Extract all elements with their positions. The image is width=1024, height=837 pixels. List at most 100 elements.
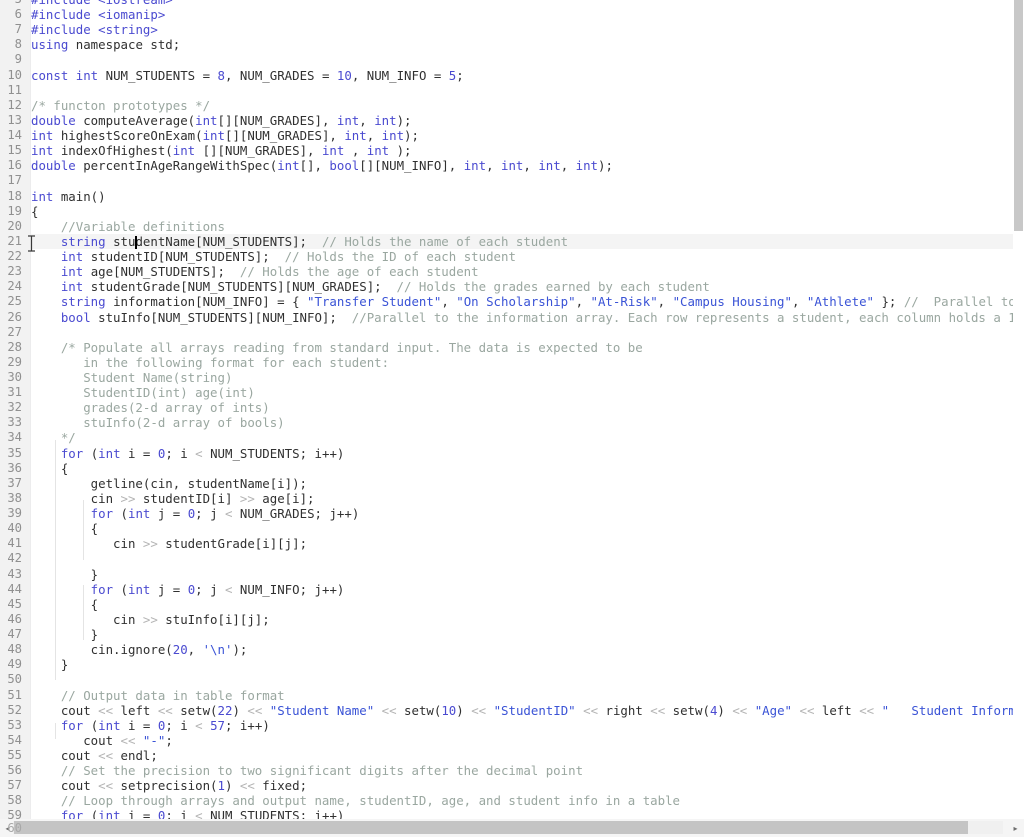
line-content[interactable]: const int NUM_STUDENTS = 8, NUM_GRADES =… <box>31 68 464 83</box>
line-content[interactable]: int studentGrade[NUM_STUDENTS][NUM_GRADE… <box>31 279 710 294</box>
code-line[interactable]: 33 stuInfo(2-d array of bools) <box>0 415 1024 430</box>
line-content[interactable]: { <box>31 521 98 536</box>
code-line[interactable]: 57 cout << setprecision(1) << fixed; <box>0 778 1024 793</box>
code-line[interactable]: 12 /* functon prototypes */ <box>0 98 1024 113</box>
code-line[interactable]: 35 for (int i = 0; i < NUM_STUDENTS; i++… <box>0 446 1024 461</box>
line-content[interactable]: } <box>31 657 68 672</box>
line-content[interactable]: string information[NUM_INFO] = { "Transf… <box>31 294 1024 309</box>
code-line[interactable]: 34 */ <box>0 430 1024 445</box>
code-line[interactable]: 5 #include <iostream> <box>0 0 1024 7</box>
code-line[interactable]: 9 <box>0 52 1024 67</box>
line-content[interactable]: { <box>31 461 68 476</box>
code-line[interactable]: 45 { <box>0 597 1024 612</box>
code-line[interactable]: 59 for (int i = 0; i < NUM_STUDENTS; i++… <box>0 808 1024 819</box>
line-content[interactable]: for (int j = 0; j < NUM_INFO; j++) <box>31 582 345 597</box>
line-content[interactable]: int age[NUM_STUDENTS]; // Holds the age … <box>31 264 479 279</box>
code-line[interactable]: 19 { <box>0 204 1024 219</box>
line-content[interactable]: for (int j = 0; j < NUM_GRADES; j++) <box>31 506 360 521</box>
code-line[interactable]: 44 for (int j = 0; j < NUM_INFO; j++) <box>0 582 1024 597</box>
code-line[interactable]: 58 // Loop through arrays and output nam… <box>0 793 1024 808</box>
code-line[interactable]: 48 cin.ignore(20, '\n'); <box>0 642 1024 657</box>
line-content[interactable]: int highestScoreOnExam(int[][NUM_GRADES]… <box>31 128 419 143</box>
code-line[interactable]: 39 for (int j = 0; j < NUM_GRADES; j++) <box>0 506 1024 521</box>
code-line[interactable]: 21 string studentName[NUM_STUDENTS]; // … <box>0 233 1024 250</box>
code-line[interactable]: 23 int age[NUM_STUDENTS]; // Holds the a… <box>0 264 1024 279</box>
code-line[interactable]: 16 double percentInAgeRangeWithSpec(int[]… <box>0 158 1024 173</box>
code-line[interactable]: 32 grades(2-d array of ints) <box>0 400 1024 415</box>
line-content[interactable]: for (int i = 0; i < NUM_STUDENTS; i++) <box>31 446 345 461</box>
line-content[interactable]: { <box>31 204 38 219</box>
line-content[interactable]: cin.ignore(20, '\n'); <box>31 642 248 657</box>
line-content[interactable]: cin >> stuInfo[i][j]; <box>31 612 270 627</box>
line-content[interactable]: //Variable definitions <box>31 219 225 234</box>
line-content[interactable]: // Output data in table format <box>31 688 285 703</box>
horizontal-scrollbar-thumb[interactable] <box>14 821 968 834</box>
line-content[interactable]: Student Name(string) <box>31 370 232 385</box>
code-line[interactable]: 6 #include <iomanip> <box>0 7 1024 22</box>
line-content[interactable]: for (int i = 0; i < 57; i++) <box>31 718 270 733</box>
line-content[interactable]: cout << "-"; <box>31 733 173 748</box>
code-line[interactable]: 50 <box>0 672 1024 687</box>
code-line[interactable]: 25 string information[NUM_INFO] = { "Tra… <box>0 294 1024 309</box>
line-content[interactable]: #include <iostream> <box>31 0 173 7</box>
vertical-scrollbar-track[interactable] <box>1013 0 1024 819</box>
code-line[interactable]: 8 using namespace std; <box>0 37 1024 52</box>
line-content[interactable]: grades(2-d array of ints) <box>31 400 270 415</box>
code-line[interactable]: 10 const int NUM_STUDENTS = 8, NUM_GRADES… <box>0 68 1024 83</box>
code-line[interactable]: 7 #include <string> <box>0 22 1024 37</box>
line-content[interactable]: int indexOfHighest(int [][NUM_GRADES], i… <box>31 143 412 158</box>
code-line[interactable]: 20 //Variable definitions <box>0 219 1024 234</box>
code-line[interactable]: 47 } <box>0 627 1024 642</box>
line-content[interactable]: for (int i = 0; i < NUM_STUDENTS; i++) <box>31 808 345 819</box>
code-line[interactable]: 22 int studentID[NUM_STUDENTS]; // Holds… <box>0 249 1024 264</box>
code-line[interactable]: 42 <box>0 551 1024 566</box>
line-content[interactable]: #include <iomanip> <box>31 7 165 22</box>
code-line[interactable]: 18 int main() <box>0 189 1024 204</box>
code-line[interactable]: 51 // Output data in table format <box>0 688 1024 703</box>
code-line[interactable]: 29 in the following format for each stud… <box>0 355 1024 370</box>
vertical-scrollbar-thumb[interactable] <box>1014 0 1023 231</box>
code-line[interactable]: 24 int studentGrade[NUM_STUDENTS][NUM_GR… <box>0 279 1024 294</box>
line-content[interactable]: // Loop through arrays and output name, … <box>31 793 680 808</box>
line-content[interactable]: double computeAverage(int[][NUM_GRADES],… <box>31 113 412 128</box>
line-content[interactable]: int studentID[NUM_STUDENTS]; // Holds th… <box>31 249 516 264</box>
code-line[interactable]: 36 { <box>0 461 1024 476</box>
horizontal-scrollbar[interactable]: ◂ ▸ 60 <box>0 819 1024 837</box>
line-content[interactable]: cout << setprecision(1) << fixed; <box>31 778 307 793</box>
line-content[interactable]: getline(cin, studentName[i]); <box>31 476 307 491</box>
line-content[interactable]: /* functon prototypes */ <box>31 98 210 113</box>
code-line[interactable]: 46 cin >> stuInfo[i][j]; <box>0 612 1024 627</box>
code-line[interactable]: 13 double computeAverage(int[][NUM_GRADES… <box>0 113 1024 128</box>
line-content[interactable]: cin >> studentID[i] >> age[i]; <box>31 491 315 506</box>
code-line[interactable]: 55 cout << endl; <box>0 748 1024 763</box>
line-content[interactable]: cin >> studentGrade[i][j]; <box>31 536 307 551</box>
code-line[interactable]: 28 /* Populate all arrays reading from s… <box>0 340 1024 355</box>
line-content[interactable]: } <box>31 567 98 582</box>
line-content[interactable]: bool stuInfo[NUM_STUDENTS][NUM_INFO]; //… <box>31 310 1024 325</box>
line-content[interactable]: string studentName[NUM_STUDENTS]; // Hol… <box>31 234 568 249</box>
line-content[interactable]: stuInfo(2-d array of bools) <box>31 415 284 430</box>
code-line[interactable]: 30 Student Name(string) <box>0 370 1024 385</box>
code-line[interactable]: 26 bool stuInfo[NUM_STUDENTS][NUM_INFO];… <box>0 310 1024 325</box>
code-line[interactable]: 31 StudentID(int) age(int) <box>0 385 1024 400</box>
line-content[interactable]: cout << left << setw(22) << "Student Nam… <box>31 703 1024 718</box>
code-line[interactable]: 11 <box>0 83 1024 98</box>
code-line[interactable]: 43 } <box>0 567 1024 582</box>
line-content[interactable]: cout << endl; <box>31 748 158 763</box>
line-content[interactable]: double percentInAgeRangeWithSpec(int[], … <box>31 158 613 173</box>
line-content[interactable]: // Set the precision to two significant … <box>31 763 583 778</box>
code-line[interactable]: 41 cin >> studentGrade[i][j]; <box>0 536 1024 551</box>
code-line[interactable]: 27 <box>0 325 1024 340</box>
code-line[interactable]: 17 <box>0 173 1024 188</box>
line-content[interactable]: using namespace std; <box>31 37 180 52</box>
code-line[interactable]: 38 cin >> studentID[i] >> age[i]; <box>0 491 1024 506</box>
line-content[interactable]: StudentID(int) age(int) <box>31 385 255 400</box>
code-editor[interactable]: 5#include <iostream>6#include <iomanip>7… <box>0 0 1024 837</box>
code-line[interactable]: 56 // Set the precision to two significa… <box>0 763 1024 778</box>
code-line[interactable]: 15 int indexOfHighest(int [][NUM_GRADES],… <box>0 143 1024 158</box>
code-line[interactable]: 54 cout << "-"; <box>0 733 1024 748</box>
code-line[interactable]: 40 { <box>0 521 1024 536</box>
line-content[interactable]: } <box>31 627 98 642</box>
code-line[interactable]: 53 for (int i = 0; i < 57; i++) <box>0 718 1024 733</box>
line-content[interactable]: int main() <box>31 189 106 204</box>
